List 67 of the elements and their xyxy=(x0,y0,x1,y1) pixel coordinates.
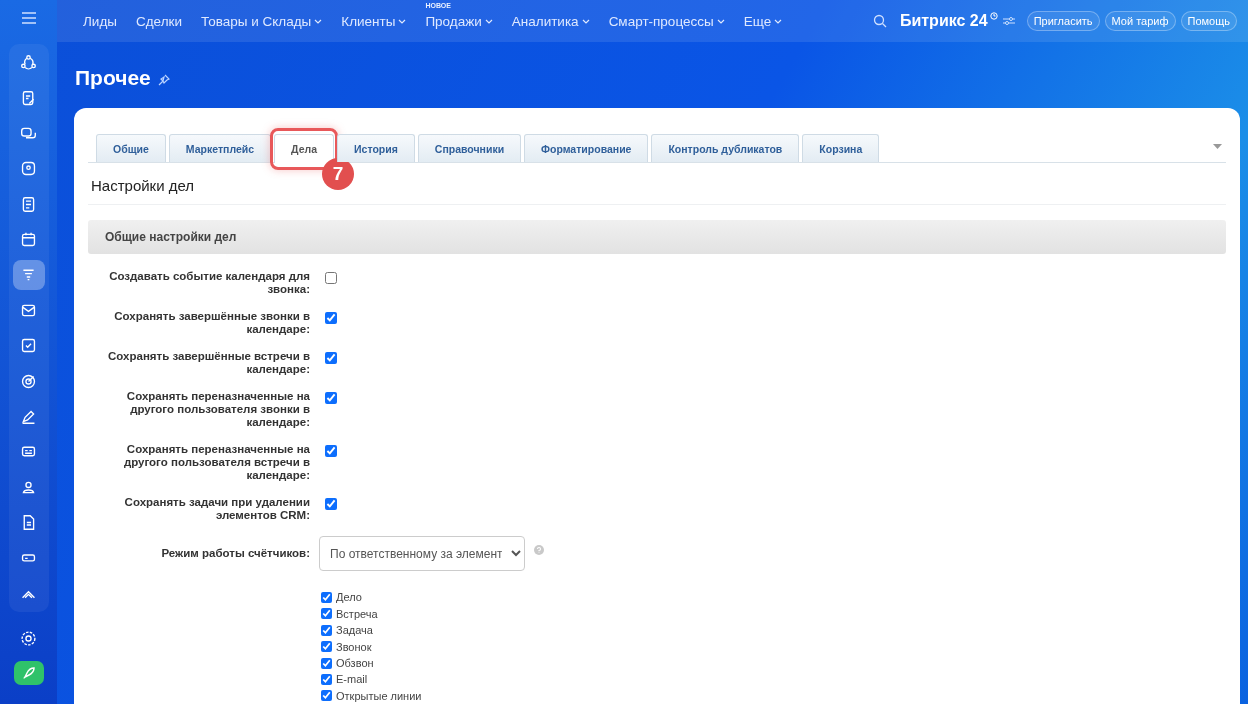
contact-icon xyxy=(20,160,37,178)
checkbox-label: Открытые линии xyxy=(336,689,422,702)
header-button[interactable]: Пригласить xyxy=(1026,11,1100,32)
checkbox[interactable] xyxy=(321,641,332,653)
menu-icon[interactable] xyxy=(21,12,36,24)
tab[interactable]: История xyxy=(337,134,415,163)
clock-icon[interactable] xyxy=(989,12,998,20)
checkbox[interactable] xyxy=(321,624,332,636)
document-edit-icon xyxy=(20,89,37,107)
target-icon xyxy=(20,372,37,390)
checkbox[interactable] xyxy=(321,673,332,685)
nav-link[interactable]: Продажи xyxy=(425,13,493,29)
checkbox-label: Звонок xyxy=(336,640,372,653)
checkbox-label: E-mail xyxy=(336,673,368,686)
step-badge: 7 xyxy=(322,158,355,191)
nav-link[interactable]: Смарт-процессы xyxy=(608,13,725,29)
tab[interactable]: Общие xyxy=(96,134,166,163)
list-icon xyxy=(20,195,37,213)
setting-label: Сохранять переназначенные на другого пользователя встречи в календаре: xyxy=(122,443,310,483)
checkbox-label: Встреча xyxy=(336,607,378,620)
checkbox[interactable] xyxy=(325,498,337,511)
tab[interactable]: Дела xyxy=(274,134,335,164)
sliders-icon[interactable] xyxy=(1002,16,1015,27)
checkbox[interactable] xyxy=(321,690,332,702)
caret-icon[interactable] xyxy=(1213,144,1222,150)
page-title: Прочее xyxy=(75,65,151,90)
checkbox[interactable] xyxy=(325,272,337,285)
group-header: Общие настройки дел xyxy=(88,220,1226,255)
setting-label: Сохранять завершённые звонки в календаре: xyxy=(113,310,310,337)
tab[interactable]: Справочники xyxy=(417,134,522,163)
nodes-icon xyxy=(20,54,37,72)
task-icon xyxy=(20,337,37,355)
sidebar-item[interactable] xyxy=(12,260,45,290)
tab[interactable]: Форматирование xyxy=(524,134,649,163)
tab[interactable]: Маркетплейс xyxy=(168,134,272,163)
calendar-icon xyxy=(20,231,37,249)
pin-icon[interactable] xyxy=(157,73,170,86)
setting-label: Сохранять задачи при удалении элементов CRM: xyxy=(123,496,310,523)
checkbox[interactable] xyxy=(325,312,337,325)
checkbox[interactable] xyxy=(321,657,332,669)
setting-label: Создавать событие календаря для звонка: xyxy=(108,270,310,297)
setting-label: Сохранять завершённые встречи в календаре: xyxy=(107,350,310,377)
header-button[interactable]: Мой тариф xyxy=(1104,11,1176,32)
checkbox[interactable] xyxy=(321,591,332,603)
checkbox-label: Обзвон xyxy=(336,657,374,669)
nav-link[interactable]: Еще xyxy=(743,13,783,29)
setting-label: Режим работы счётчиков: xyxy=(160,547,310,561)
checkbox[interactable] xyxy=(325,392,337,405)
dropdown-field[interactable]: По ответственному за элемент xyxy=(319,536,525,572)
nav-link[interactable]: Товары и Склады xyxy=(201,13,323,29)
nav-link[interactable]: Сделки xyxy=(136,13,182,29)
checkbox-label: Задача xyxy=(336,624,373,637)
nav-link[interactable]: Лиды xyxy=(83,13,117,29)
setting-label: Сохранять переназначенные на другого пользователя звонки в календаре: xyxy=(125,390,310,430)
rocket-button[interactable] xyxy=(13,661,44,685)
checkbox[interactable] xyxy=(325,445,337,458)
nav-link[interactable]: Клиенты xyxy=(341,13,407,29)
nav-link[interactable]: Аналитика xyxy=(511,13,590,29)
logo: Битрикс 24 xyxy=(899,12,988,31)
checkbox[interactable] xyxy=(325,352,337,365)
header-button[interactable]: Помощь xyxy=(1180,11,1237,32)
search-icon[interactable] xyxy=(872,14,887,29)
checkbox[interactable] xyxy=(321,608,332,620)
tab[interactable]: Контроль дубликатов xyxy=(651,134,800,163)
settings-icon[interactable] xyxy=(20,630,37,647)
checkbox-label: Дело xyxy=(336,591,362,604)
tab[interactable]: Корзина xyxy=(802,134,880,163)
